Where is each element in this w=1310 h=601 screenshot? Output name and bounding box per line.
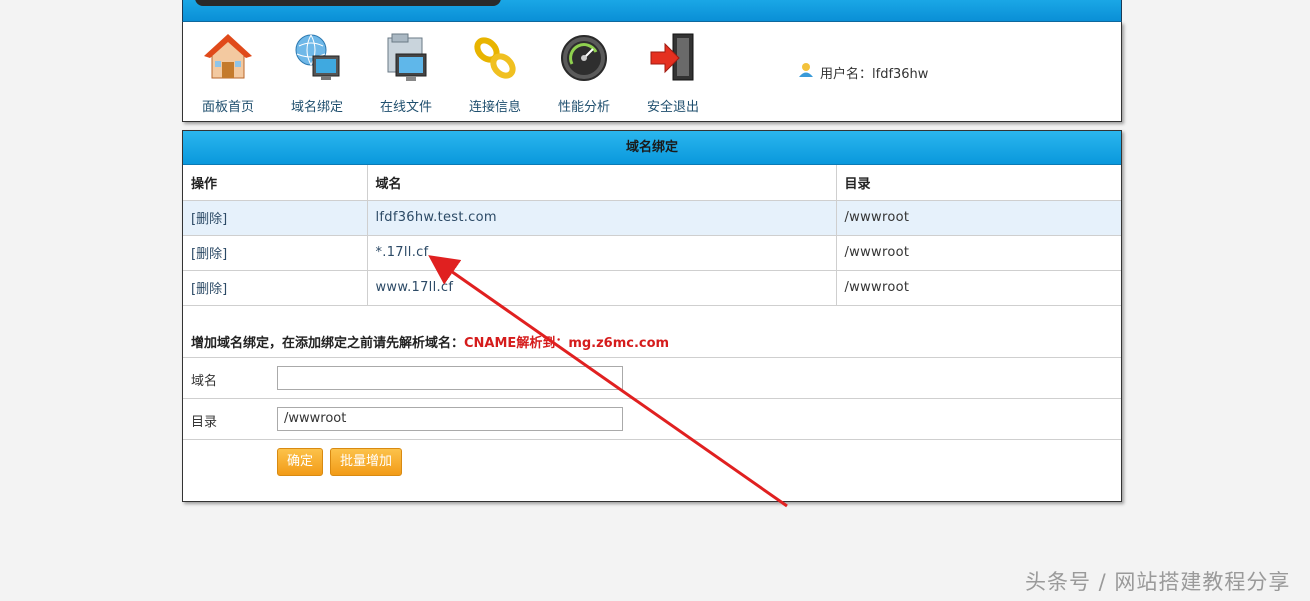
- column-header-action: 操作: [183, 165, 368, 201]
- button-row: 确定 批量增加: [183, 440, 1121, 500]
- toolbar-item-performance[interactable]: 性能分析: [544, 32, 624, 115]
- toolbar-item-online-files[interactable]: 在线文件: [366, 32, 446, 115]
- cname-hint: CNAME解析到：mg.z6mc.com: [464, 335, 670, 351]
- watermark: 头条号 / 网站搭建教程分享: [1025, 570, 1291, 594]
- toolbar-label-connection-info: 连接信息: [468, 100, 521, 115]
- link-chain-icon: [469, 32, 521, 84]
- table-row: [删除] *.17ll.cf /wwwroot: [183, 235, 1121, 271]
- toolbar-label-logout: 安全退出: [646, 100, 699, 115]
- directory-cell: /wwwroot: [844, 280, 910, 295]
- header-dark-tab: [195, 0, 501, 6]
- domain-input[interactable]: [277, 365, 623, 390]
- column-header-domain: 域名: [367, 165, 837, 201]
- toolbar-label-domain-binding: 域名绑定: [290, 100, 343, 115]
- main-toolbar: 面板首页 域名绑定 在线文件 连接信息 性能分析 安全退出 用户名：lfdf36…: [182, 22, 1122, 122]
- delete-link[interactable]: [删除]: [191, 212, 227, 227]
- toolbar-label-home: 面板首页: [201, 100, 254, 115]
- directory-cell: /wwwroot: [844, 210, 910, 225]
- home-icon: [202, 32, 254, 84]
- column-header-directory: 目录: [836, 165, 1121, 201]
- domain-table: 操作 域名 目录 [删除] lfdf36hw.test.com /wwwroot…: [183, 165, 1121, 306]
- directory-input[interactable]: [277, 406, 623, 431]
- delete-link[interactable]: [删除]: [191, 282, 227, 297]
- table-header-row: 操作 域名 目录: [183, 165, 1121, 201]
- gauge-icon: [558, 32, 610, 84]
- domain-cell: lfdf36hw.test.com: [375, 210, 497, 225]
- add-binding-note: 增加域名绑定，在添加绑定之前请先解析域名：CNAME解析到：mg.z6mc.co…: [183, 306, 1121, 358]
- user-info: 用户名：lfdf36hw: [798, 62, 928, 82]
- domain-form-row: 域名: [183, 358, 1121, 399]
- table-row: [删除] www.17ll.cf /wwwroot: [183, 270, 1121, 306]
- delete-link[interactable]: [删除]: [191, 247, 227, 262]
- table-row: [删除] lfdf36hw.test.com /wwwroot: [183, 200, 1121, 236]
- add-note-text: 增加域名绑定，在添加绑定之前请先解析域名：: [191, 335, 465, 351]
- toolbar-label-online-files: 在线文件: [379, 100, 432, 115]
- domain-field-label: 域名: [191, 373, 218, 389]
- toolbar-item-domain-binding[interactable]: 域名绑定: [277, 32, 357, 115]
- directory-cell: /wwwroot: [844, 245, 910, 260]
- panel-title: 域名绑定: [183, 131, 1121, 165]
- domain-cell: *.17ll.cf: [375, 245, 429, 260]
- top-header-strip: [182, 0, 1122, 22]
- toolbar-item-logout[interactable]: 安全退出: [633, 32, 713, 115]
- username-text: 用户名：lfdf36hw: [820, 66, 929, 82]
- toolbar-label-performance: 性能分析: [557, 100, 610, 115]
- confirm-button[interactable]: 确定: [277, 447, 324, 476]
- directory-field-label: 目录: [191, 414, 218, 430]
- batch-add-button[interactable]: 批量增加: [330, 447, 403, 476]
- exit-door-icon: [647, 32, 699, 84]
- domain-binding-panel: 域名绑定 操作 域名 目录 [删除] lfdf36hw.test.com /ww…: [182, 130, 1122, 502]
- globe-monitor-icon: [291, 32, 343, 84]
- domain-cell: www.17ll.cf: [375, 280, 454, 295]
- folder-monitor-icon: [380, 32, 432, 84]
- toolbar-item-connection-info[interactable]: 连接信息: [455, 32, 535, 115]
- toolbar-item-home[interactable]: 面板首页: [188, 32, 268, 115]
- directory-form-row: 目录: [183, 399, 1121, 440]
- user-icon: [798, 62, 814, 82]
